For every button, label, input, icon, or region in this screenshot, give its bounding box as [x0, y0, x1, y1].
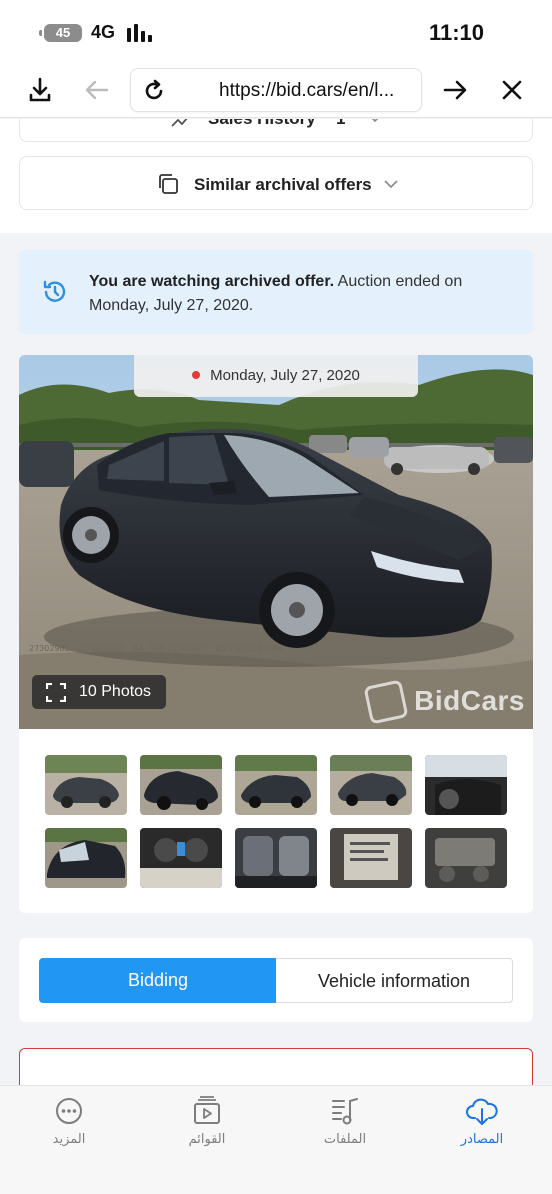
thumbnail[interactable]	[235, 755, 317, 815]
similar-offers-accordion[interactable]: Similar archival offers	[19, 156, 533, 210]
thumbnail-image	[45, 828, 127, 888]
auction-date: Monday, July 27, 2020	[134, 355, 418, 397]
similar-offers-label: Similar archival offers	[194, 175, 372, 194]
thumbnail[interactable]	[330, 755, 412, 815]
reload-icon[interactable]	[141, 78, 167, 104]
clock: 11:10	[428, 20, 484, 45]
thumbnail-image	[330, 755, 412, 815]
thumbnail[interactable]	[425, 755, 507, 815]
bidcars-logo-icon	[363, 679, 409, 725]
thumbnail[interactable]	[330, 828, 412, 888]
music-files-icon	[332, 1098, 358, 1125]
thumbnail-image	[235, 828, 317, 888]
svg-text:000-27302985 · 05/29/2020 · IA: 000-27302985 · 05/29/2020 · IAA	[149, 644, 283, 653]
svg-text:27302985 · 05/29/2020 · IAA: 27302985 · 05/29/2020 · IAA	[29, 644, 145, 653]
gallery-card: 27302985 · 05/29/2020 · IAA 000-27302985…	[19, 355, 533, 913]
watermark: BidCars	[414, 685, 525, 716]
thumbnail-image	[140, 755, 222, 815]
download-icon[interactable]	[26, 76, 54, 104]
battery-indicator: 45	[39, 24, 82, 42]
status-dot	[192, 371, 201, 380]
thumbnail[interactable]	[425, 828, 507, 888]
url-text: https://bid.cars/en/l...	[219, 80, 395, 101]
cloud-download-icon	[466, 1098, 498, 1125]
browser-toolbar: https://bid.cars/en/l...	[0, 62, 552, 118]
sales-history-count: 1	[336, 119, 345, 129]
url-bar[interactable]: https://bid.cars/en/l...	[130, 68, 422, 112]
nav-label: القوائم	[188, 1132, 226, 1147]
history-icon	[43, 280, 66, 302]
thumbnail[interactable]	[140, 755, 222, 815]
thumbnail[interactable]	[45, 755, 127, 815]
nav-item-playlists[interactable]: القوائم	[162, 1096, 252, 1156]
trend-icon	[171, 119, 188, 127]
nav-label: الملفات	[323, 1132, 367, 1147]
fullscreen-icon	[46, 683, 66, 702]
copy-icon	[159, 174, 178, 194]
thumbnail[interactable]	[140, 828, 222, 888]
notice-bold: You are watching archived offer.	[89, 273, 335, 290]
close-icon[interactable]	[498, 76, 526, 104]
notice-text: You are watching archived offer. Auction…	[89, 270, 509, 318]
history-section: Sales History 1 Similar archival offers	[0, 119, 552, 233]
nav-item-sources[interactable]: المصادر	[437, 1096, 527, 1156]
sales-history-label: Sales History	[208, 119, 316, 129]
tab-bidding[interactable]: Bidding	[39, 958, 277, 1003]
chevron-down-icon	[371, 119, 379, 123]
thumbnail[interactable]	[235, 828, 317, 888]
forward-arrow-icon[interactable]	[441, 76, 469, 104]
thumbnail-image	[330, 828, 412, 888]
back-arrow-icon[interactable]	[83, 76, 111, 104]
thumbnail-image	[425, 755, 507, 815]
sales-history-accordion[interactable]: Sales History 1	[19, 119, 533, 142]
thumbnail-image	[45, 755, 127, 815]
more-icon	[56, 1098, 82, 1124]
car-photo: 27302985 · 05/29/2020 · IAA 000-27302985…	[19, 355, 533, 729]
auction-date-text: Monday, July 27, 2020	[210, 367, 360, 384]
bottom-navigation: المزيد القوائم الملفات المصادر	[0, 1085, 552, 1194]
info-tabs: Bidding Vehicle information	[19, 938, 533, 1022]
thumbnail-image	[235, 755, 317, 815]
archived-notice: You are watching archived offer. Auction…	[19, 250, 533, 334]
tab-vehicle-information[interactable]: Vehicle information	[276, 958, 513, 1003]
web-page: Sales History 1 Similar archival offers …	[0, 119, 552, 1085]
photos-button[interactable]: 10 Photos	[32, 675, 166, 709]
network-type: 4G	[91, 22, 116, 42]
thumbnail[interactable]	[45, 828, 127, 888]
chevron-down-icon	[384, 180, 398, 189]
playlist-icon	[194, 1096, 220, 1124]
nav-item-more[interactable]: المزيد	[24, 1096, 114, 1156]
nav-item-files[interactable]: الملفات	[300, 1096, 390, 1156]
signal-icon	[127, 24, 157, 42]
main-photo[interactable]: 27302985 · 05/29/2020 · IAA 000-27302985…	[19, 355, 533, 729]
thumbnail-image	[425, 828, 507, 888]
thumbnail-image	[140, 828, 222, 888]
photos-count: 10 Photos	[79, 683, 152, 700]
nav-label: المزيد	[52, 1132, 86, 1147]
status-bar: 45 4G 11:10	[0, 0, 552, 62]
nav-label: المصادر	[460, 1132, 504, 1147]
alert-box	[19, 1048, 533, 1085]
